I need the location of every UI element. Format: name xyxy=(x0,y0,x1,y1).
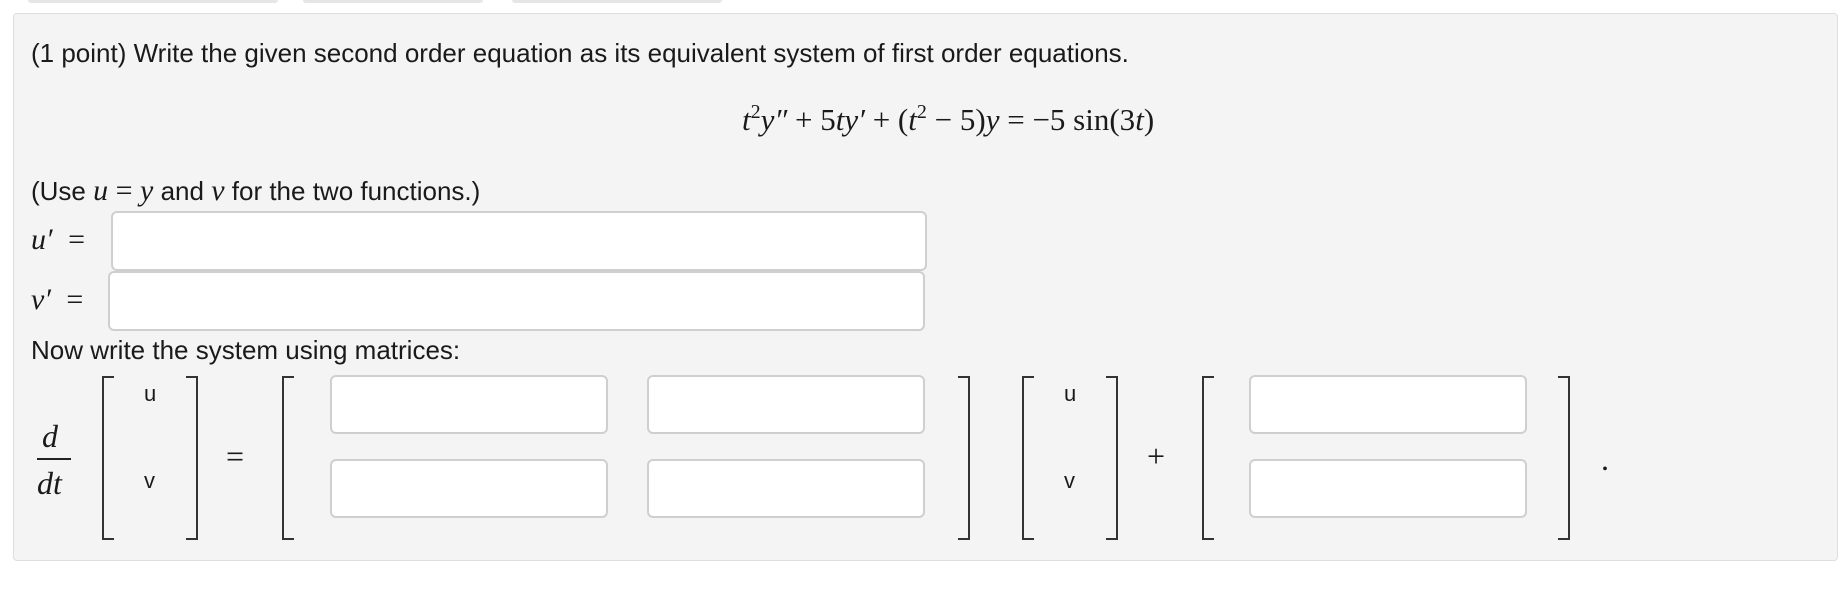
matrix-a22-input[interactable] xyxy=(647,459,925,518)
u-prime-input[interactable] xyxy=(111,211,927,271)
u-prime-label: u′ = xyxy=(31,225,85,255)
hint-y: y xyxy=(140,174,154,207)
eq-part3: − 5) xyxy=(926,102,986,137)
eq-y1: y″ xyxy=(760,102,788,137)
u-prime-symbol: u′ xyxy=(31,223,53,256)
forcing-left-bracket xyxy=(1202,376,1214,540)
eq-part1: + 5 xyxy=(787,102,836,137)
matrix-a-left-bracket xyxy=(282,376,294,540)
eq-t4: t xyxy=(1135,102,1144,137)
matrix-plus: + xyxy=(1147,438,1166,474)
eq-t1: t xyxy=(742,102,751,137)
forcing-f2-input[interactable] xyxy=(1249,459,1527,518)
hint-v: v xyxy=(211,174,225,207)
eq-t3: t xyxy=(908,102,917,137)
vector1-v: v xyxy=(144,468,155,493)
matrix-a21-input[interactable] xyxy=(330,459,608,518)
hint-text: (Use u = y and v for the two functions.) xyxy=(31,174,481,207)
problem-prompt: (1 point) Write the given second order e… xyxy=(31,38,1129,68)
vector1-u: u xyxy=(144,381,157,406)
derivative-fraction-line xyxy=(37,458,71,460)
given-equation: t2y″ + 5ty′ + (t2 − 5)y = −5 sin(3t) xyxy=(742,100,1154,140)
eq-y2: y′ xyxy=(844,102,865,137)
hint-and: and xyxy=(153,176,212,206)
u-prime-equals: = xyxy=(68,223,85,256)
vector2-right-bracket xyxy=(1106,376,1118,540)
tab-stub-2 xyxy=(303,0,483,3)
v-prime-label: v′ = xyxy=(31,285,83,315)
tab-stub-3 xyxy=(512,0,722,3)
eq-y3: y xyxy=(985,102,1000,137)
hint-close: for the two functions.) xyxy=(224,176,481,206)
matrix-a-right-bracket xyxy=(958,376,970,540)
hint-eq: = xyxy=(108,174,141,207)
hint-u: u xyxy=(93,174,109,207)
matrix-period: . xyxy=(1601,441,1609,477)
matrix-prompt: Now write the system using matrices: xyxy=(31,335,461,365)
matrix-a11-input[interactable] xyxy=(330,375,608,434)
matrix-equals: = xyxy=(226,438,245,474)
v-prime-equals: = xyxy=(66,283,84,316)
vector1-right-bracket xyxy=(186,376,198,540)
eq-part2: + ( xyxy=(864,102,909,137)
tab-stub-1 xyxy=(28,0,278,3)
eq-part4: = −5 sin(3 xyxy=(999,102,1136,137)
derivative-d: d xyxy=(42,418,58,454)
eq-exp2: 2 xyxy=(916,101,927,123)
vector2-u: u xyxy=(1064,381,1077,406)
vector2-v: v xyxy=(1064,468,1075,493)
v-prime-symbol: v′ xyxy=(31,283,51,316)
matrix-a12-input[interactable] xyxy=(647,375,925,434)
forcing-right-bracket xyxy=(1558,376,1570,540)
vector2-left-bracket xyxy=(1022,376,1034,540)
forcing-f1-input[interactable] xyxy=(1249,375,1527,434)
hint-open: (Use xyxy=(31,176,94,206)
eq-exp1: 2 xyxy=(750,101,761,123)
eq-part5: ) xyxy=(1143,102,1155,137)
vector1-left-bracket xyxy=(102,376,114,540)
v-prime-input[interactable] xyxy=(108,271,925,331)
derivative-dt: dt xyxy=(37,465,62,501)
